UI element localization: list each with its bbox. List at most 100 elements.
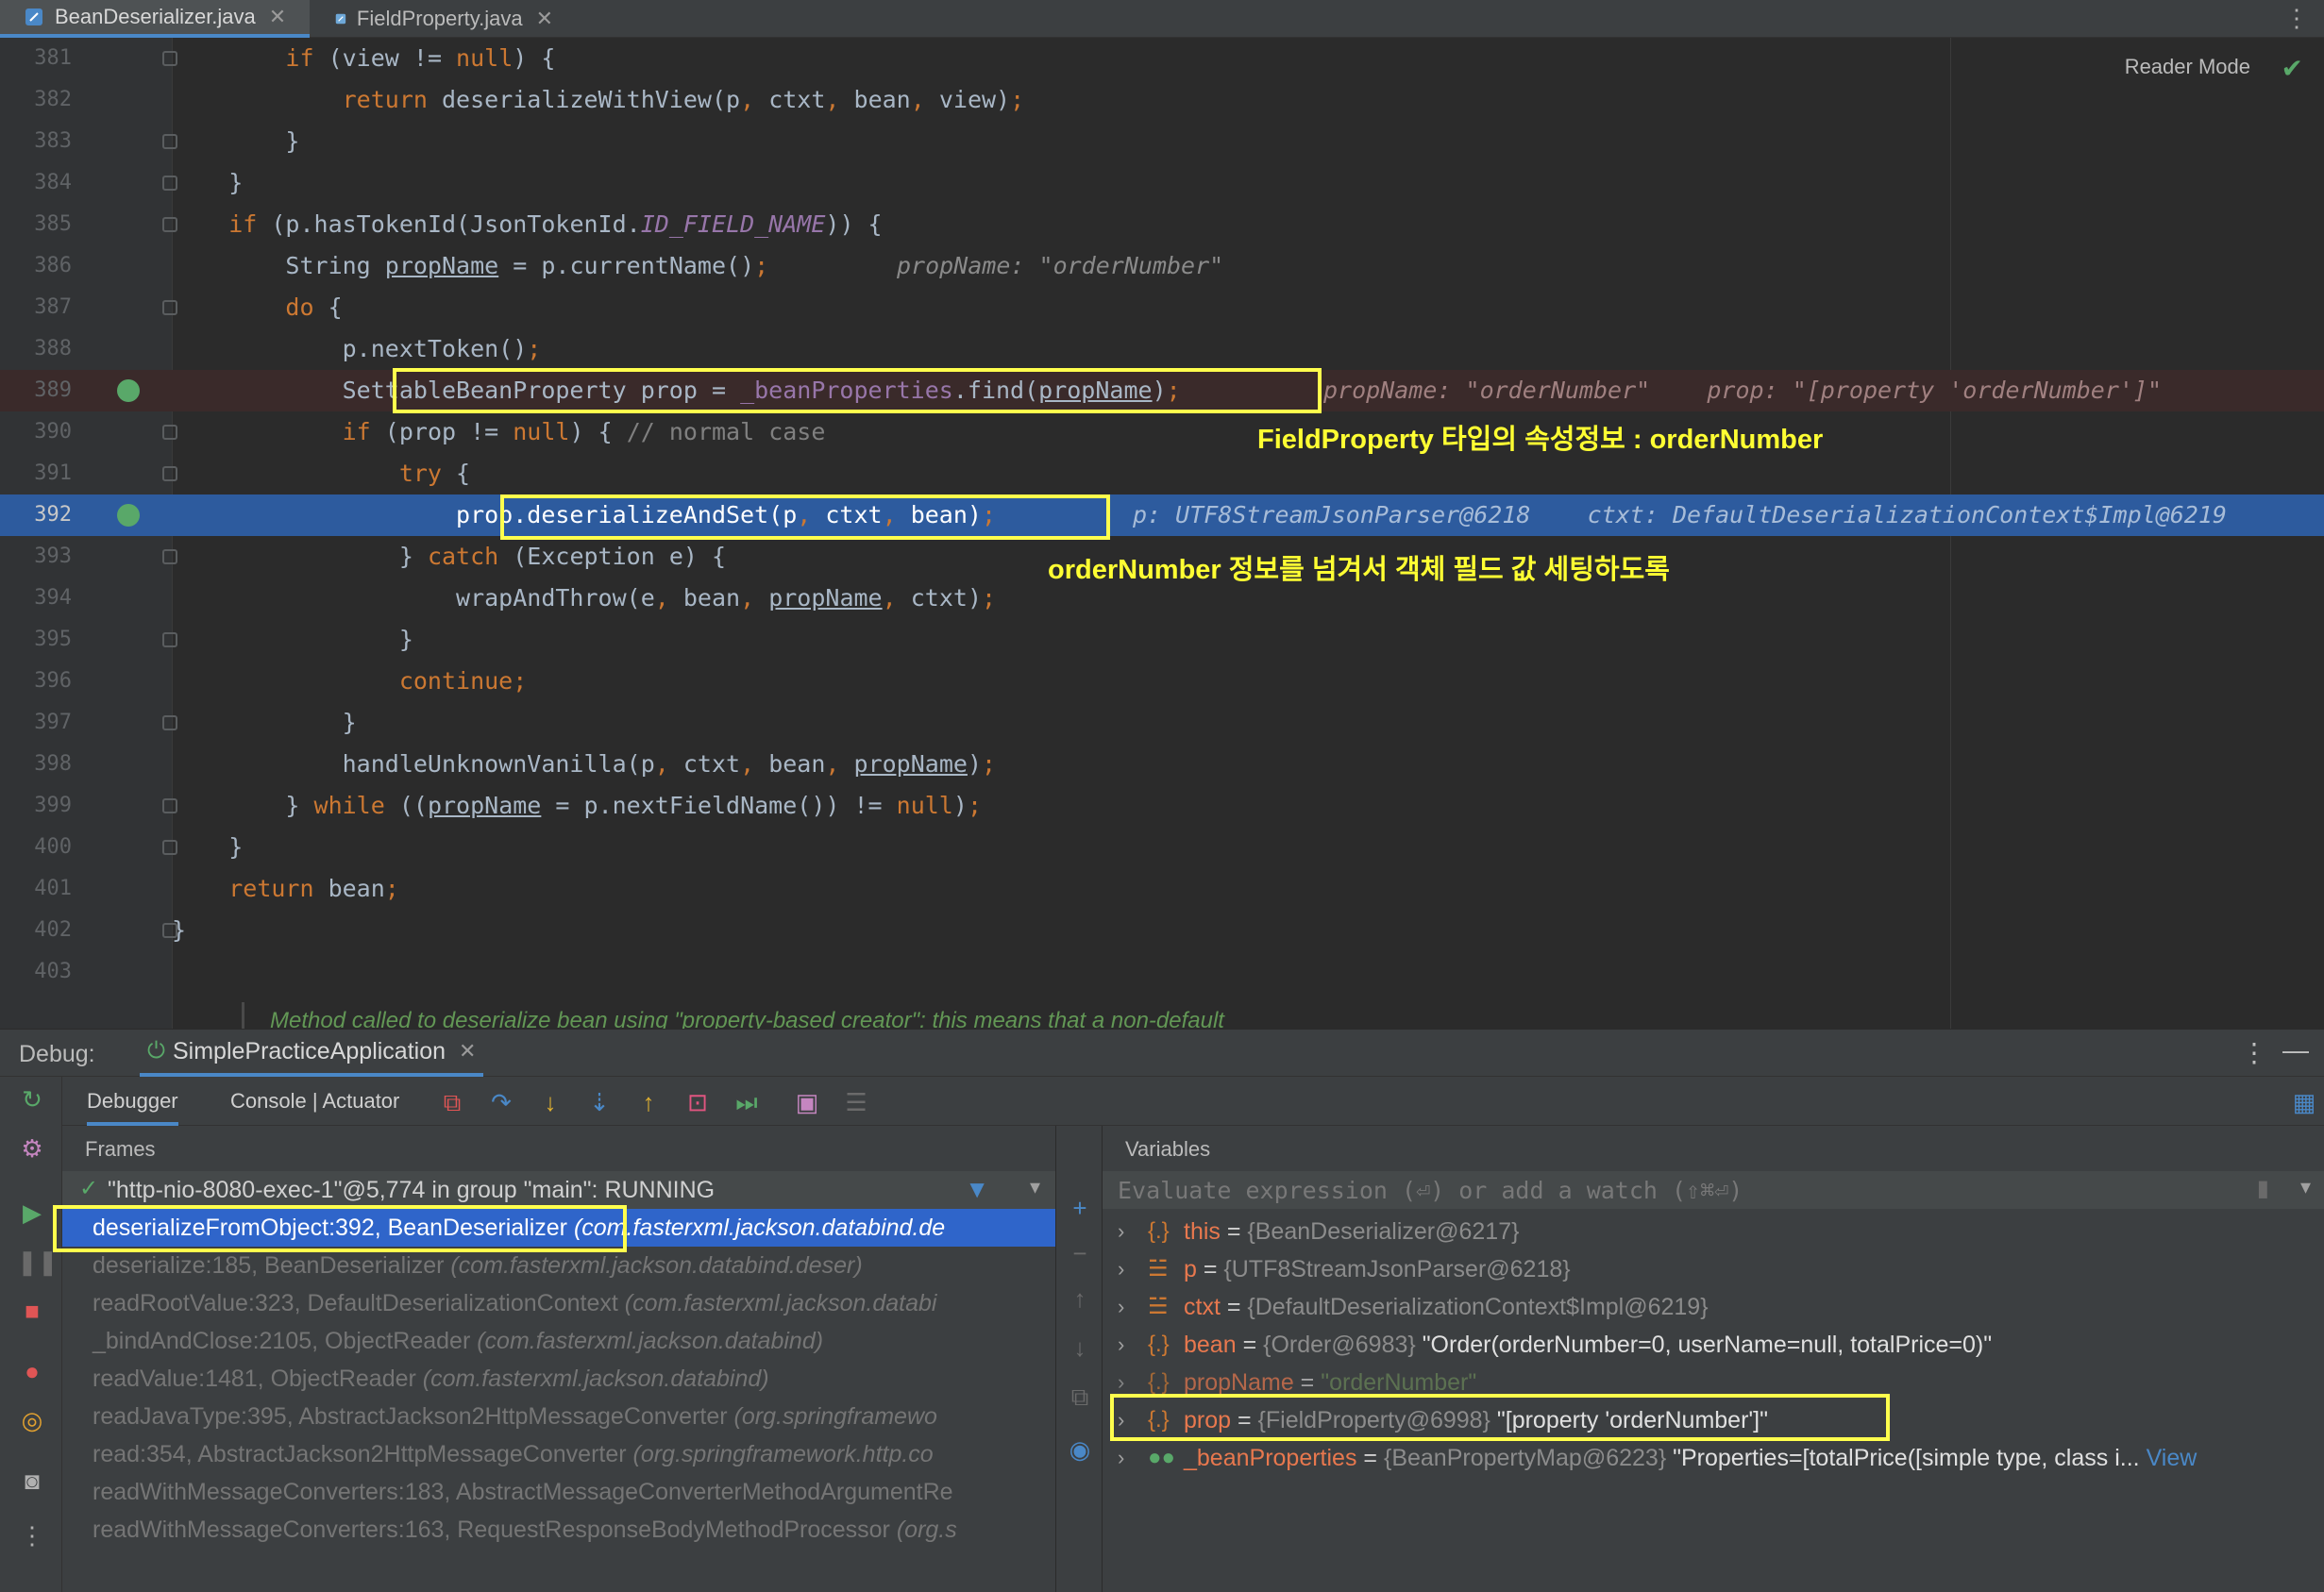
stack-frame[interactable]: readJavaType:395, AbstractJackson2HttpMe… (62, 1398, 1055, 1435)
chevron-right-icon[interactable]: › (1118, 1288, 1124, 1326)
frame-package: (org.s (896, 1517, 957, 1543)
highlight-box (500, 494, 1110, 540)
line-number: 384 (34, 171, 72, 194)
stack-frame[interactable]: deserialize:185, BeanDeserializer (com.f… (62, 1247, 1055, 1284)
view-link[interactable]: View (2147, 1445, 2198, 1471)
step-out-icon[interactable]: ↑ (634, 1088, 663, 1116)
camera-icon[interactable]: ◙ (17, 1466, 47, 1496)
annotation-text: orderNumber 정보를 넘겨서 객체 필드 값 세팅하도록 (1048, 555, 1670, 585)
code-text: } (172, 833, 244, 861)
chevron-right-icon[interactable]: › (1118, 1439, 1124, 1477)
line-number: 389 (34, 378, 72, 402)
stack-frame[interactable]: readRootValue:323, DefaultDeserializatio… (62, 1284, 1055, 1322)
variable-name: _beanProperties (1184, 1445, 1357, 1471)
tab-console-actuator[interactable]: Console | Actuator (230, 1077, 399, 1126)
more-icon[interactable]: ⋮ (17, 1520, 47, 1550)
stack-frame[interactable]: readWithMessageConverters:183, AbstractM… (62, 1473, 1055, 1511)
variable-row[interactable]: › ☱ p = {UTF8StreamJsonParser@6218} (1103, 1250, 2324, 1288)
stack-frame[interactable]: read:354, AbstractJackson2HttpMessageCon… (62, 1435, 1055, 1473)
line-number: 402 (34, 918, 72, 942)
move-down-icon[interactable]: ↓ (1066, 1333, 1094, 1362)
rerun-icon[interactable]: ↻ (17, 1084, 47, 1114)
variable-row[interactable]: › ●● _beanProperties = {BeanPropertyMap@… (1103, 1439, 2324, 1477)
line-number: 383 (34, 129, 72, 153)
chevron-right-icon[interactable]: › (1118, 1250, 1124, 1288)
minimize-icon[interactable]: — (2282, 1035, 2309, 1065)
view-breakpoints-icon[interactable]: ● (17, 1356, 47, 1386)
bookmark-icon[interactable]: ▮ (2257, 1175, 2269, 1202)
code-line: 391 try { (0, 453, 2324, 494)
resume-icon[interactable]: ▶ (17, 1198, 47, 1228)
stack-frame[interactable]: _bindAndClose:2105, ObjectReader (com.fa… (62, 1322, 1055, 1360)
frame-method: readWithMessageConverters:163, RequestRe… (93, 1517, 890, 1543)
evaluate-expression-icon[interactable]: ▣ (793, 1088, 821, 1116)
chevron-right-icon[interactable]: › (1118, 1213, 1124, 1250)
mute-breakpoints-icon[interactable]: ◎ (17, 1405, 47, 1435)
frame-package: (com.fasterxml.jackson.databind) (422, 1366, 769, 1392)
stop-icon[interactable]: ■ (17, 1296, 47, 1326)
evaluate-input[interactable]: Evaluate expression (⏎) or add a watch (… (1118, 1177, 1743, 1204)
code-text: p.nextToken(); (172, 335, 542, 362)
remove-watch-icon[interactable]: − (1066, 1239, 1094, 1267)
more-options-icon[interactable]: ⋮ (2241, 1037, 2267, 1068)
line-number: 398 (34, 752, 72, 776)
layout-icon[interactable]: ▦ (2290, 1088, 2318, 1116)
object-icon: {.} (1148, 1218, 1170, 1244)
chevron-right-icon[interactable]: › (1118, 1326, 1124, 1364)
highlight-box (1110, 1394, 1890, 1441)
show-execution-point-icon[interactable]: ⧉ (438, 1088, 466, 1116)
code-editor[interactable]: Reader Mode ✔ 381 if (view != null) { 38… (0, 38, 2324, 1029)
breakpoint-verified-icon[interactable] (117, 504, 140, 527)
variables-title: Variables (1125, 1137, 1211, 1161)
close-icon[interactable]: ✕ (269, 5, 286, 29)
close-icon[interactable]: ✕ (459, 1039, 476, 1064)
variable-row[interactable]: › {.} this = {BeanDeserializer@6217} (1103, 1213, 2324, 1250)
tab-field-property[interactable]: FieldProperty.java ✕ (312, 0, 566, 38)
code-line: 399 } while ((propName = p.nextFieldName… (0, 785, 2324, 827)
line-number: 394 (34, 586, 72, 610)
evaluate-expression-field[interactable]: Evaluate expression (⏎) or add a watch (… (1103, 1171, 2324, 1209)
eye-icon[interactable]: ◉ (1066, 1435, 1094, 1464)
add-watch-icon[interactable]: + (1066, 1194, 1094, 1222)
code-line: 381 if (view != null) { (0, 38, 2324, 79)
more-options-icon[interactable]: ⋮ (2284, 4, 2309, 33)
trace-icon[interactable]: ☰ (842, 1088, 870, 1116)
move-up-icon[interactable]: ↑ (1066, 1284, 1094, 1313)
step-into-icon[interactable]: ↓ (536, 1088, 564, 1116)
variable-name: ctxt (1184, 1294, 1221, 1320)
pause-icon[interactable]: ❚❚ (17, 1247, 59, 1277)
variable-type: {BeanDeserializer@6217} (1247, 1218, 1520, 1245)
run-configuration-tab[interactable]: ⏻ SimplePracticeApplication ✕ (140, 1030, 484, 1077)
frames-title: Frames (85, 1137, 156, 1161)
code-text: wrapAndThrow(e, bean, propName, ctxt); (172, 584, 997, 612)
variable-row[interactable]: › ☱ ctxt = {DefaultDeserializationContex… (1103, 1288, 2324, 1326)
drop-frame-icon[interactable]: ⊡ (683, 1088, 712, 1116)
breakpoint-verified-icon[interactable] (117, 379, 140, 402)
tab-label: FieldProperty.java (356, 7, 523, 30)
frame-package: (com.fasterxml.jackson.databind) (477, 1328, 824, 1354)
tab-label: BeanDeserializer.java (55, 5, 256, 28)
close-icon[interactable]: ✕ (536, 7, 553, 31)
tab-debugger[interactable]: Debugger (87, 1077, 178, 1126)
tab-bean-deserializer[interactable]: BeanDeserializer.java ✕ (0, 0, 310, 38)
settings-gear-icon[interactable]: ⚙ (17, 1133, 47, 1164)
step-over-icon[interactable]: ↷ (487, 1088, 515, 1116)
run-to-cursor-icon[interactable]: ⏭ (733, 1088, 761, 1116)
variable-value: "Properties=[totalPrice([simple type, cl… (1673, 1445, 2140, 1471)
code-text: handleUnknownVanilla(p, ctxt, bean, prop… (172, 750, 997, 778)
stack-frame[interactable]: readValue:1481, ObjectReader (com.faster… (62, 1360, 1055, 1398)
chevron-down-icon[interactable]: ▾ (1030, 1175, 1040, 1199)
debug-label: Debug: (19, 1041, 95, 1067)
doc-comment: Method called to deserialize bean using … (270, 1008, 1224, 1029)
copy-icon[interactable]: ⧉ (1066, 1383, 1094, 1411)
force-step-into-icon[interactable]: ⇣ (585, 1088, 614, 1116)
inline-value-hint: p: UTF8StreamJsonParser@6218 ctxt: Defau… (1133, 501, 2227, 528)
thread-selector[interactable]: ✓ "http-nio-8080-exec-1"@5,774 in group … (62, 1171, 1055, 1209)
line-number: 401 (34, 877, 72, 900)
object-icon: {.} (1148, 1332, 1170, 1357)
chevron-down-icon[interactable]: ▾ (2300, 1175, 2311, 1199)
filter-icon[interactable]: ▼ (965, 1175, 989, 1204)
stack-frame[interactable]: readWithMessageConverters:163, RequestRe… (62, 1511, 1055, 1549)
variable-name: propName (1184, 1369, 1294, 1396)
variable-row[interactable]: › {.} bean = {Order@6983} "Order(orderNu… (1103, 1326, 2324, 1364)
